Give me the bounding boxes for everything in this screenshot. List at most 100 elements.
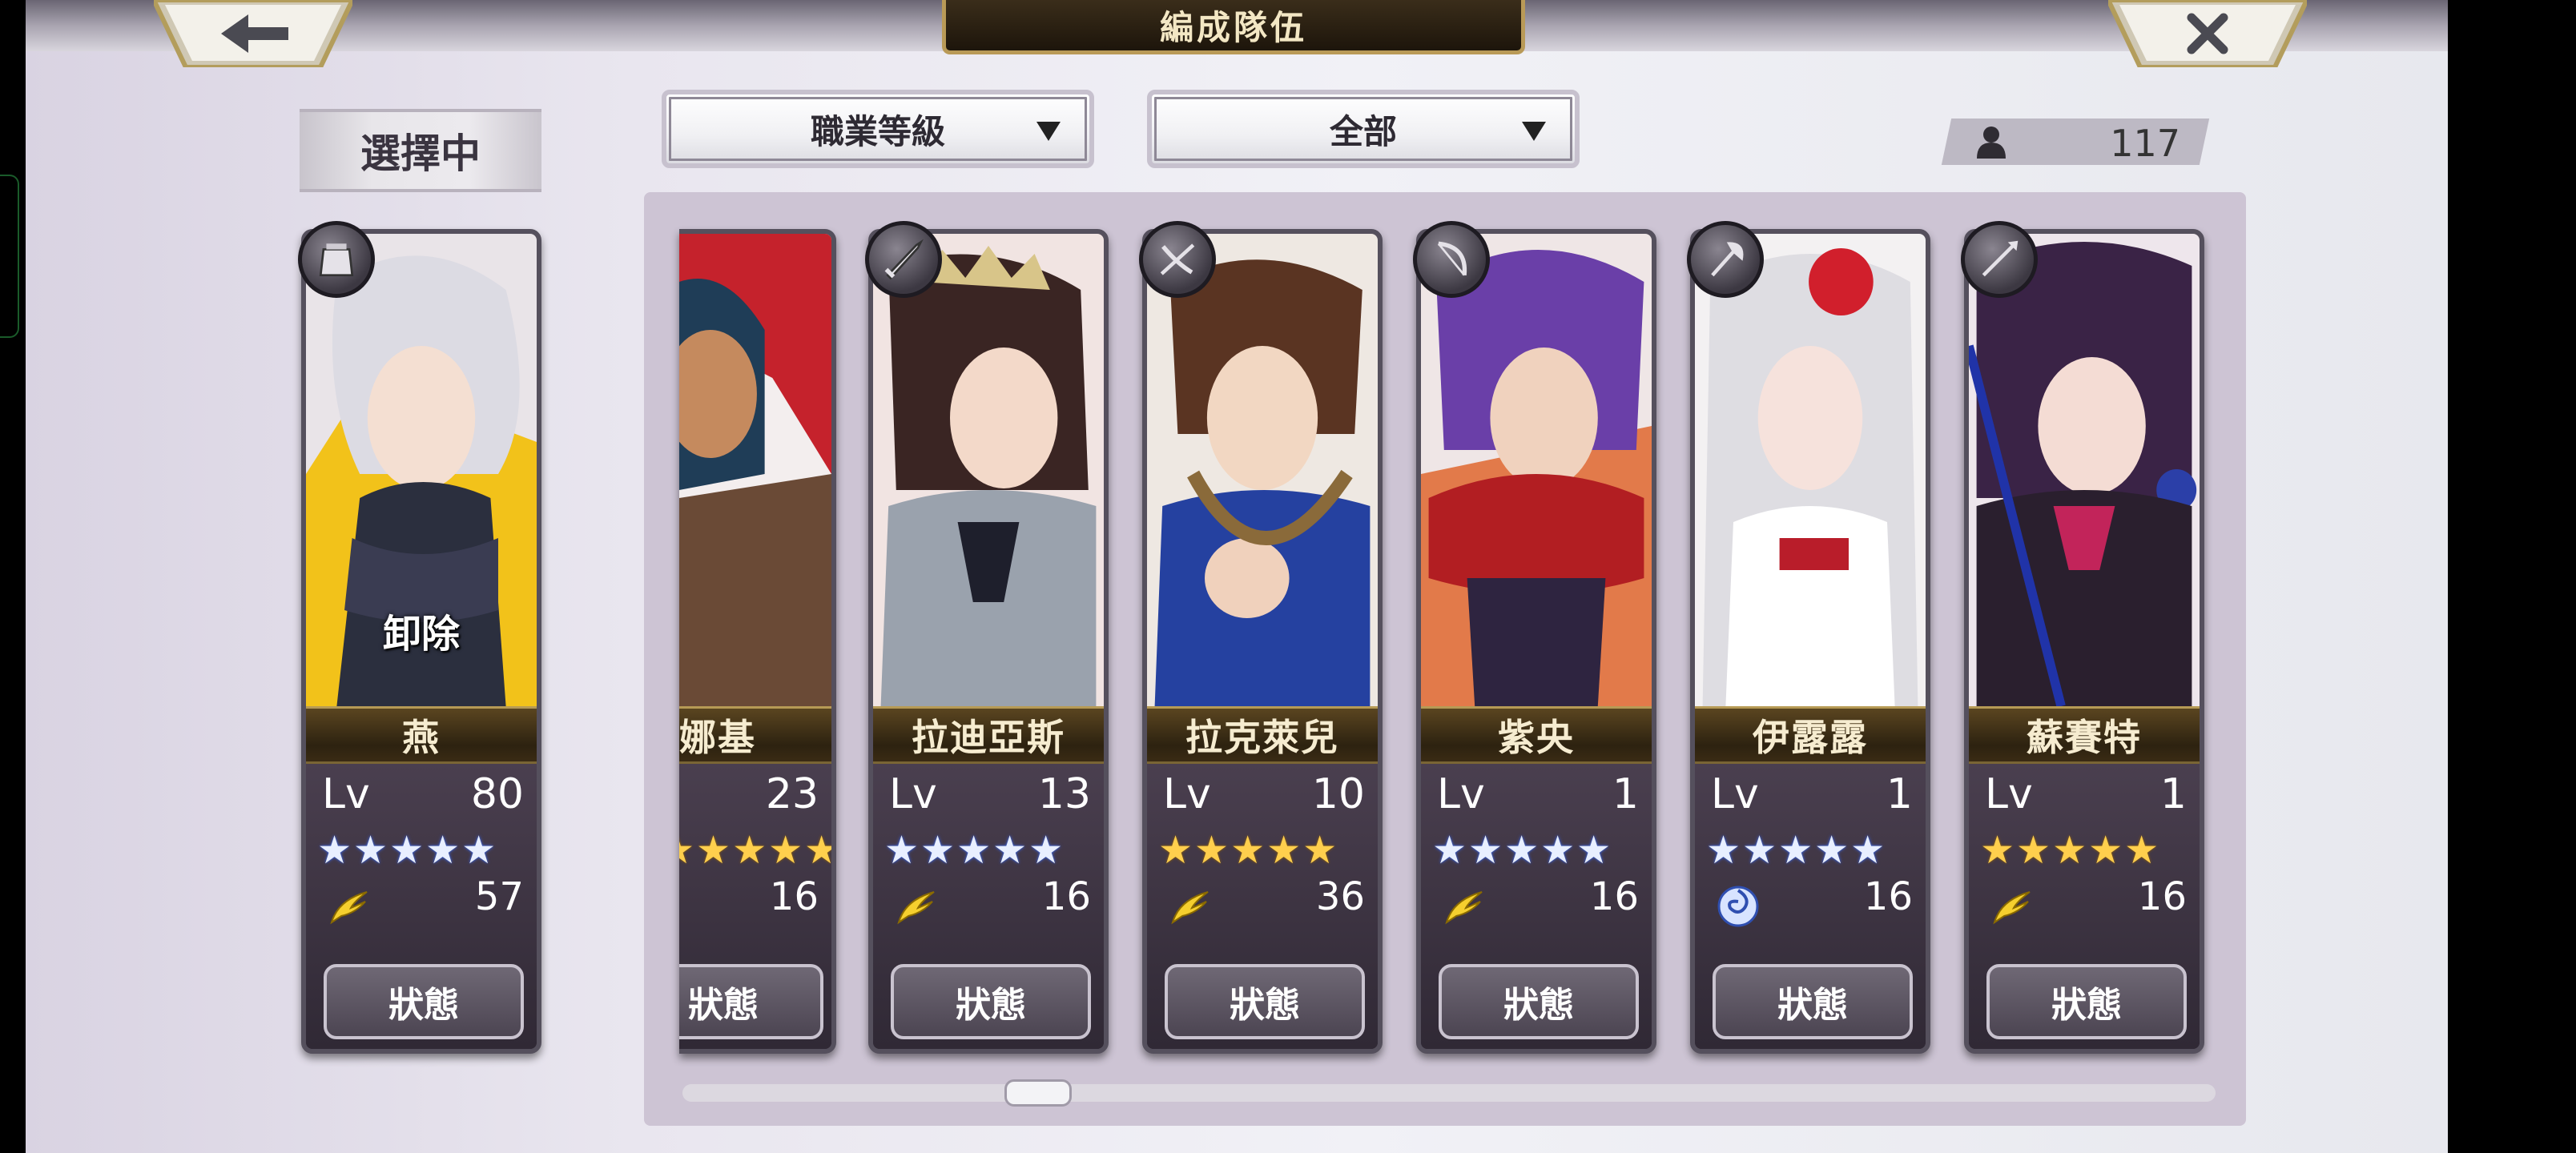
water-element-icon <box>1717 886 1759 927</box>
character-stats: Lv 1 ★★★★★ 16 狀態 <box>1969 764 2200 1049</box>
dropdown-arrow-icon <box>1522 122 1546 141</box>
roster-card-radias[interactable]: 拉迪亞斯 Lv 13 ★★★★★ 16 狀態 <box>868 229 1109 1054</box>
roster-scrollbar[interactable] <box>682 1084 2216 1102</box>
roster-card-sosette[interactable]: 蘇賽特 Lv 1 ★★★★★ 16 狀態 <box>1964 229 2204 1054</box>
character-name: 拉迪亞斯 <box>912 716 1065 759</box>
status-button[interactable]: 狀態 <box>1713 964 1913 1039</box>
character-portrait <box>873 234 1104 706</box>
level-value: 80 <box>470 770 524 818</box>
unit-count: 117 <box>1946 119 2204 165</box>
wind-element-icon <box>1993 891 2031 925</box>
selected-tab: 選擇中 <box>300 109 541 192</box>
character-stats: Lv 10 ★★★★★ 36 狀態 <box>1147 764 1378 1049</box>
level-value: 1 <box>1612 770 1639 818</box>
sort-dropdown-label: 職業等級 <box>810 111 945 151</box>
back-button[interactable] <box>154 0 352 67</box>
character-name-bar: 拉迪亞斯 <box>873 706 1104 764</box>
close-icon <box>2108 0 2307 67</box>
unequip-label[interactable]: 卸除 <box>306 602 537 658</box>
rarity-stars: ★★★★★ <box>679 828 836 873</box>
character-portrait <box>1147 234 1378 706</box>
rarity-stars: ★★★★★ <box>1980 828 2161 873</box>
level-label: Lv <box>1163 770 1211 818</box>
cost-value: 16 <box>1863 874 1913 919</box>
status-button-label: 狀態 <box>1230 985 1300 1026</box>
wind-element-icon <box>897 891 935 925</box>
level-value: 1 <box>1886 770 1913 818</box>
wind-element-icon <box>1445 891 1483 925</box>
heavy-armor-class-icon <box>298 221 375 298</box>
level-label: Lv <box>1985 770 2033 818</box>
character-portrait <box>1695 234 1926 706</box>
character-name-bar: 紫央 <box>1421 706 1652 764</box>
level-value: 1 <box>2159 770 2187 818</box>
status-button[interactable]: 狀態 <box>1986 964 2187 1039</box>
class-level-sort-dropdown[interactable]: 職業等級 <box>662 90 1094 168</box>
screen-title: 編成隊伍 <box>942 0 1525 54</box>
level-value: 23 <box>765 770 819 818</box>
cost-value: 16 <box>769 874 819 919</box>
character-portrait <box>1969 234 2200 706</box>
roster-card-iruru[interactable]: 伊露露 Lv 1 ★★★★★ 16 狀態 <box>1690 229 1930 1054</box>
level-label: Lv <box>1437 770 1485 818</box>
close-button[interactable] <box>2108 0 2307 67</box>
character-name-bar: 拉克萊兒 <box>1147 706 1378 764</box>
rarity-stars: ★★★★★ <box>317 828 498 873</box>
level-value: 10 <box>1311 770 1365 818</box>
status-button-label: 狀態 <box>1777 985 1848 1026</box>
formation-screen: 編成隊伍 選擇中 職業等級 全部 117 卸除 燕 Lv 80 ★★★★★ 57… <box>26 0 2448 1153</box>
status-button-label: 狀態 <box>688 985 759 1026</box>
sword-class-icon <box>865 221 942 298</box>
rarity-stars: ★★★★★ <box>1432 828 1613 873</box>
level-value: 13 <box>1037 770 1091 818</box>
character-name: 伊露露 <box>1753 716 1868 759</box>
character-name-bar: 娜基 <box>679 706 831 764</box>
selected-tab-label: 選擇中 <box>360 130 481 177</box>
status-button[interactable]: 狀態 <box>679 964 823 1039</box>
level-label: Lv <box>1711 770 1759 818</box>
character-stats: Lv 1 ★★★★★ 16 狀態 <box>1695 764 1926 1049</box>
rarity-stars: ★★★★★ <box>884 828 1065 873</box>
crossbow-class-icon <box>1139 221 1216 298</box>
back-arrow-icon <box>154 0 352 67</box>
person-icon <box>1977 127 2006 159</box>
roster-scroll-thumb[interactable] <box>1004 1079 1072 1107</box>
status-button-label: 狀態 <box>956 985 1026 1026</box>
roster-card-rakrel[interactable]: 拉克萊兒 Lv 10 ★★★★★ 36 狀態 <box>1142 229 1383 1054</box>
status-button[interactable]: 狀態 <box>1165 964 1365 1039</box>
cost-value: 57 <box>474 874 524 919</box>
level-label: Lv <box>889 770 937 818</box>
cost-value: 16 <box>1041 874 1091 919</box>
character-name: 娜基 <box>679 716 756 759</box>
filter-dropdown-label: 全部 <box>1329 111 1397 151</box>
status-button[interactable]: 狀態 <box>324 964 524 1039</box>
character-name: 拉克萊兒 <box>1185 716 1339 759</box>
rarity-stars: ★★★★★ <box>1706 828 1887 873</box>
roster-card-nagi[interactable]: 娜基 23 ★★★★★ 16 狀態 <box>679 229 836 1054</box>
character-portrait <box>1421 234 1652 706</box>
level-label: Lv <box>322 770 370 818</box>
character-stats: Lv 80 ★★★★★ 57 狀態 <box>306 764 537 1049</box>
status-button-label: 狀態 <box>2051 985 2122 1026</box>
all-filter-dropdown[interactable]: 全部 <box>1147 90 1580 168</box>
status-button[interactable]: 狀態 <box>891 964 1091 1039</box>
character-name-bar: 伊露露 <box>1695 706 1926 764</box>
character-portrait: 卸除 <box>306 234 537 706</box>
character-stats: Lv 13 ★★★★★ 16 狀態 <box>873 764 1104 1049</box>
character-stats: 23 ★★★★★ 16 狀態 <box>679 764 831 1049</box>
character-name-bar: 蘇賽特 <box>1969 706 2200 764</box>
wind-element-icon <box>330 891 368 925</box>
character-stats: Lv 1 ★★★★★ 16 狀態 <box>1421 764 1652 1049</box>
bow-class-icon <box>1413 221 1490 298</box>
status-button[interactable]: 狀態 <box>1439 964 1639 1039</box>
side-handle <box>0 175 19 338</box>
cost-value: 36 <box>1315 874 1365 919</box>
roster-card-shiou[interactable]: 紫央 Lv 1 ★★★★★ 16 狀態 <box>1416 229 1656 1054</box>
axe-class-icon <box>1687 221 1764 298</box>
status-button-label: 狀態 <box>388 985 459 1026</box>
spear-class-icon <box>1961 221 2038 298</box>
character-name-bar: 燕 <box>306 706 537 764</box>
selected-character-card[interactable]: 卸除 燕 Lv 80 ★★★★★ 57 狀態 <box>301 229 541 1054</box>
character-name: 燕 <box>402 716 441 759</box>
character-name: 紫央 <box>1498 716 1575 759</box>
